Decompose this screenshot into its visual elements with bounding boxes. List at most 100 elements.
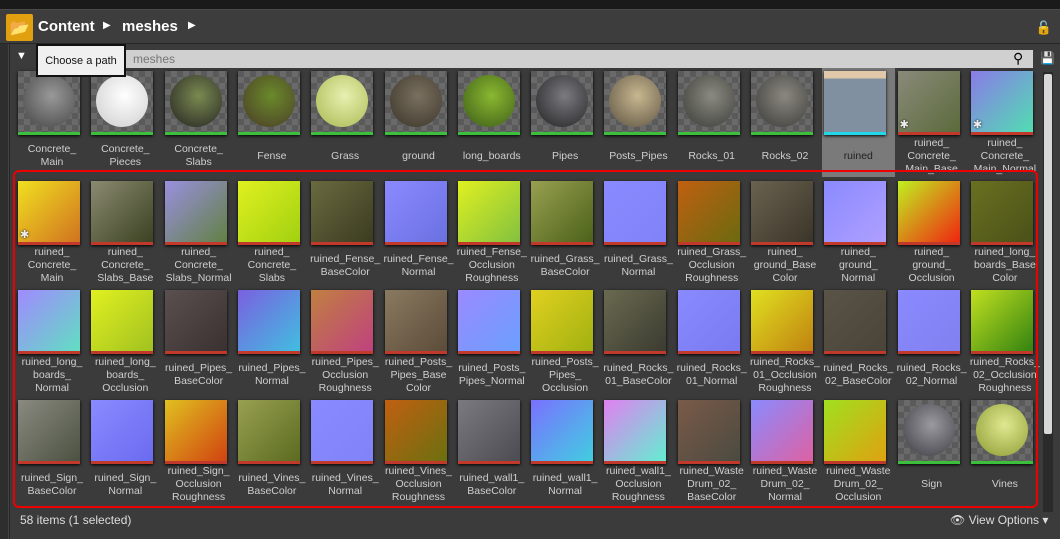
asset-tile[interactable]: ✱ ruined_ Concrete_ Main_Normal	[969, 68, 1042, 177]
asset-tile[interactable]: ruined_Grass_ Occlusion Roughness	[676, 178, 749, 287]
material-sphere	[96, 75, 149, 127]
asset-type-bar	[164, 241, 227, 245]
asset-tile[interactable]: ✱ ruined_ Concrete_ Main	[16, 178, 89, 287]
breadcrumb-arrow-icon[interactable]: ▶	[103, 20, 111, 31]
asset-thumbnail	[164, 71, 227, 135]
asset-tile[interactable]: Concrete_ Pieces	[89, 68, 162, 177]
asset-tile[interactable]: ruined_ Concrete_ Slabs_Base	[89, 178, 162, 287]
breadcrumb-arrow-icon[interactable]: ▶	[188, 20, 196, 31]
asset-tile[interactable]: ruined_long_ boards_ Occlusion	[89, 287, 162, 396]
asset-label: ruined_Rocks_ 02_Normal	[896, 362, 967, 387]
asset-tile[interactable]: ruined_Sign_ BaseColor	[16, 397, 89, 506]
asset-tile[interactable]: ruined_Sign_ Occlusion Roughness	[163, 397, 236, 506]
asset-type-bar	[531, 241, 594, 245]
asset-label: ruined_Waste Drum_02_ Occlusion	[826, 465, 891, 504]
asset-tile[interactable]: ruined_wall1_ Normal	[529, 397, 602, 506]
asset-label: ruined_Vines_ BaseColor	[238, 471, 306, 497]
asset-tile[interactable]: ruined_Pipes_ Occlusion Roughness	[309, 287, 382, 396]
asset-tile[interactable]: ruined_ ground_Base Color	[749, 178, 822, 287]
asset-type-bar	[970, 351, 1033, 354]
asset-label: Rocks_01	[688, 149, 736, 162]
asset-tile[interactable]: ruined_Posts_ Pipes_Normal	[456, 287, 529, 396]
asset-tile[interactable]: ground	[383, 68, 456, 177]
asset-thumbnail	[897, 399, 960, 464]
asset-tile[interactable]: ruined_Waste Drum_02_ BaseColor	[676, 397, 749, 506]
asset-tile[interactable]: Rocks_02	[749, 68, 822, 177]
asset-tile[interactable]: ruined_Vines_ Occlusion Roughness	[383, 397, 456, 506]
asset-tile[interactable]: Posts_Pipes	[602, 68, 675, 177]
asset-thumbnail	[824, 399, 887, 464]
asset-tile[interactable]: Rocks_01	[676, 68, 749, 177]
asset-tile[interactable]: Grass	[309, 68, 382, 177]
asset-label: ruined_Pipes_ Occlusion Roughness	[311, 356, 379, 394]
asset-tile[interactable]: ruined_Waste Drum_02_ Normal	[749, 397, 822, 506]
asset-label: Concrete_ Main	[27, 143, 77, 168]
asset-tile[interactable]: Fense	[236, 68, 309, 177]
asset-thumbnail	[897, 180, 960, 245]
sources-panel-collapsed[interactable]	[0, 44, 9, 539]
asset-tile[interactable]: ruined_Fense_ BaseColor	[309, 178, 382, 287]
asset-label: ruined_ Concrete_ Main_Normal	[973, 137, 1037, 175]
asset-tile[interactable]: ruined_Fense_ Normal	[383, 178, 456, 287]
tooltip: Choose a path	[36, 44, 126, 77]
asset-tile[interactable]: Sign	[896, 397, 969, 506]
asset-tile[interactable]: ruined_Vines_ Normal	[309, 397, 382, 506]
asset-tile[interactable]: Pipes	[529, 68, 602, 177]
asset-label: ruined_long_ boards_Base Color	[973, 246, 1036, 285]
asset-tile[interactable]: ruined_Pipes_ Normal	[236, 287, 309, 396]
asset-tile[interactable]: ruined_ Concrete_ Slabs_Normal	[163, 178, 236, 287]
folder-icon[interactable]: 📂	[6, 14, 33, 41]
asset-tile[interactable]: ruined_Vines_ BaseColor	[236, 397, 309, 506]
scrollbar[interactable]	[1043, 72, 1053, 512]
asset-tile[interactable]: ruined_Rocks_ 02_BaseColor	[822, 287, 895, 396]
asset-label: ruined_Vines_ Occlusion Roughness	[385, 465, 452, 504]
asset-tile[interactable]: ruined_Grass_ BaseColor	[529, 178, 602, 287]
asset-tile[interactable]: ruined	[822, 68, 896, 177]
asset-label: ruined_Sign_ BaseColor	[21, 471, 83, 497]
asset-tile[interactable]: ruined_Fense_ Occlusion Roughness	[456, 178, 529, 287]
asset-tile[interactable]: ruined_ ground_ Normal	[822, 178, 895, 287]
asset-tile[interactable]: Concrete_ Main	[16, 68, 89, 177]
material-sphere	[975, 403, 1028, 456]
asset-tile[interactable]: ruined_Rocks_ 02_Occlusion Roughness	[969, 287, 1042, 396]
asset-tile[interactable]: ✱ ruined_ Concrete_ Main_Base	[896, 68, 969, 177]
asset-tile[interactable]: Concrete_ Slabs	[163, 68, 236, 177]
asset-thumbnail	[457, 71, 520, 135]
scrollbar-thumb[interactable]	[1044, 74, 1052, 434]
asset-tile[interactable]: ruined_wall1_ BaseColor	[456, 397, 529, 506]
asset-tile[interactable]: ruined_long_ boards_Base Color	[969, 178, 1042, 287]
material-sphere	[536, 75, 589, 127]
asset-tile[interactable]: ruined_Sign_ Normal	[89, 397, 162, 506]
asset-thumbnail	[604, 180, 667, 245]
view-options-button[interactable]: 👁 View Options ▾	[950, 513, 1048, 527]
asset-label: ruined_ Concrete_ Slabs	[247, 246, 297, 285]
asset-tile[interactable]: ruined_Waste Drum_02_ Occlusion	[822, 397, 895, 506]
asset-tile[interactable]: long_boards	[456, 68, 529, 177]
asset-tile[interactable]: ruined_Rocks_ 02_Normal	[896, 287, 969, 396]
asset-type-bar	[164, 132, 227, 135]
asset-tile[interactable]: ruined_long_ boards_ Normal	[16, 287, 89, 396]
asset-tile[interactable]: ruined_ Concrete_ Slabs	[236, 178, 309, 287]
material-sphere	[756, 75, 808, 127]
asset-tile[interactable]: ruined_wall1_ Occlusion Roughness	[602, 397, 675, 506]
breadcrumb-content[interactable]: Content	[38, 18, 95, 35]
asset-tile[interactable]: ruined_Posts_ Pipes_Base Color	[383, 287, 456, 396]
breadcrumb-meshes[interactable]: meshes	[122, 18, 178, 35]
asset-type-bar	[897, 460, 960, 464]
asset-tile[interactable]: ruined_ ground_ Occlusion	[896, 178, 969, 287]
asset-thumbnail	[18, 399, 80, 464]
asset-tile[interactable]: ruined_Rocks_ 01_Occlusion Roughness	[749, 287, 822, 396]
asset-label: ruined_Rocks_ 01_Normal	[676, 362, 747, 387]
asset-type-bar	[677, 460, 740, 464]
asset-thumbnail	[677, 71, 740, 135]
asset-label: ruined_ ground_ Normal	[839, 246, 878, 285]
asset-tile[interactable]: Vines	[969, 397, 1042, 506]
asset-tile[interactable]: ruined_Posts_ Pipes_ Occlusion	[529, 287, 602, 396]
lock-icon[interactable]: 🔓	[1036, 20, 1052, 36]
asset-tile[interactable]: ruined_Grass_ Normal	[602, 178, 675, 287]
asset-tile[interactable]: ruined_Rocks_ 01_BaseColor	[602, 287, 675, 396]
asset-tile[interactable]: ruined_Pipes_ BaseColor	[163, 287, 236, 396]
asset-thumbnail	[457, 180, 520, 245]
asset-type-bar	[311, 241, 374, 245]
asset-tile[interactable]: ruined_Rocks_ 01_Normal	[676, 287, 749, 396]
